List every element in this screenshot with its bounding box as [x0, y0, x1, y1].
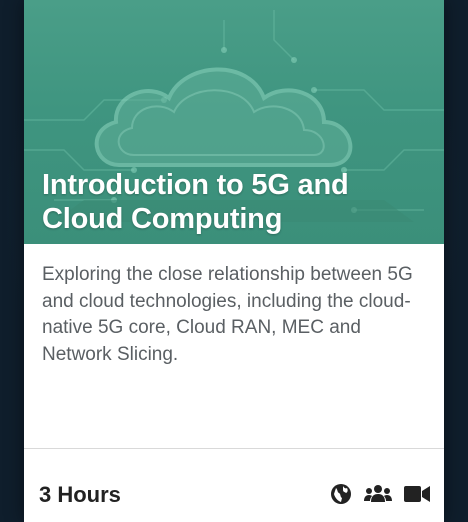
page-background: Introduction to 5G and Cloud Computing E… — [0, 0, 468, 522]
course-duration: 3 Hours — [39, 482, 121, 507]
course-title: Introduction to 5G and Cloud Computing — [42, 169, 349, 235]
card-footer: 3 Hours — [24, 448, 444, 522]
delivery-icons — [330, 483, 430, 505]
course-card[interactable]: Introduction to 5G and Cloud Computing E… — [24, 0, 444, 522]
globe-icon — [330, 483, 352, 505]
course-description: Exploring the close relationship between… — [42, 264, 413, 365]
course-hero-image: Introduction to 5G and Cloud Computing — [24, 0, 444, 244]
users-icon — [364, 484, 392, 504]
video-camera-icon — [404, 485, 430, 503]
